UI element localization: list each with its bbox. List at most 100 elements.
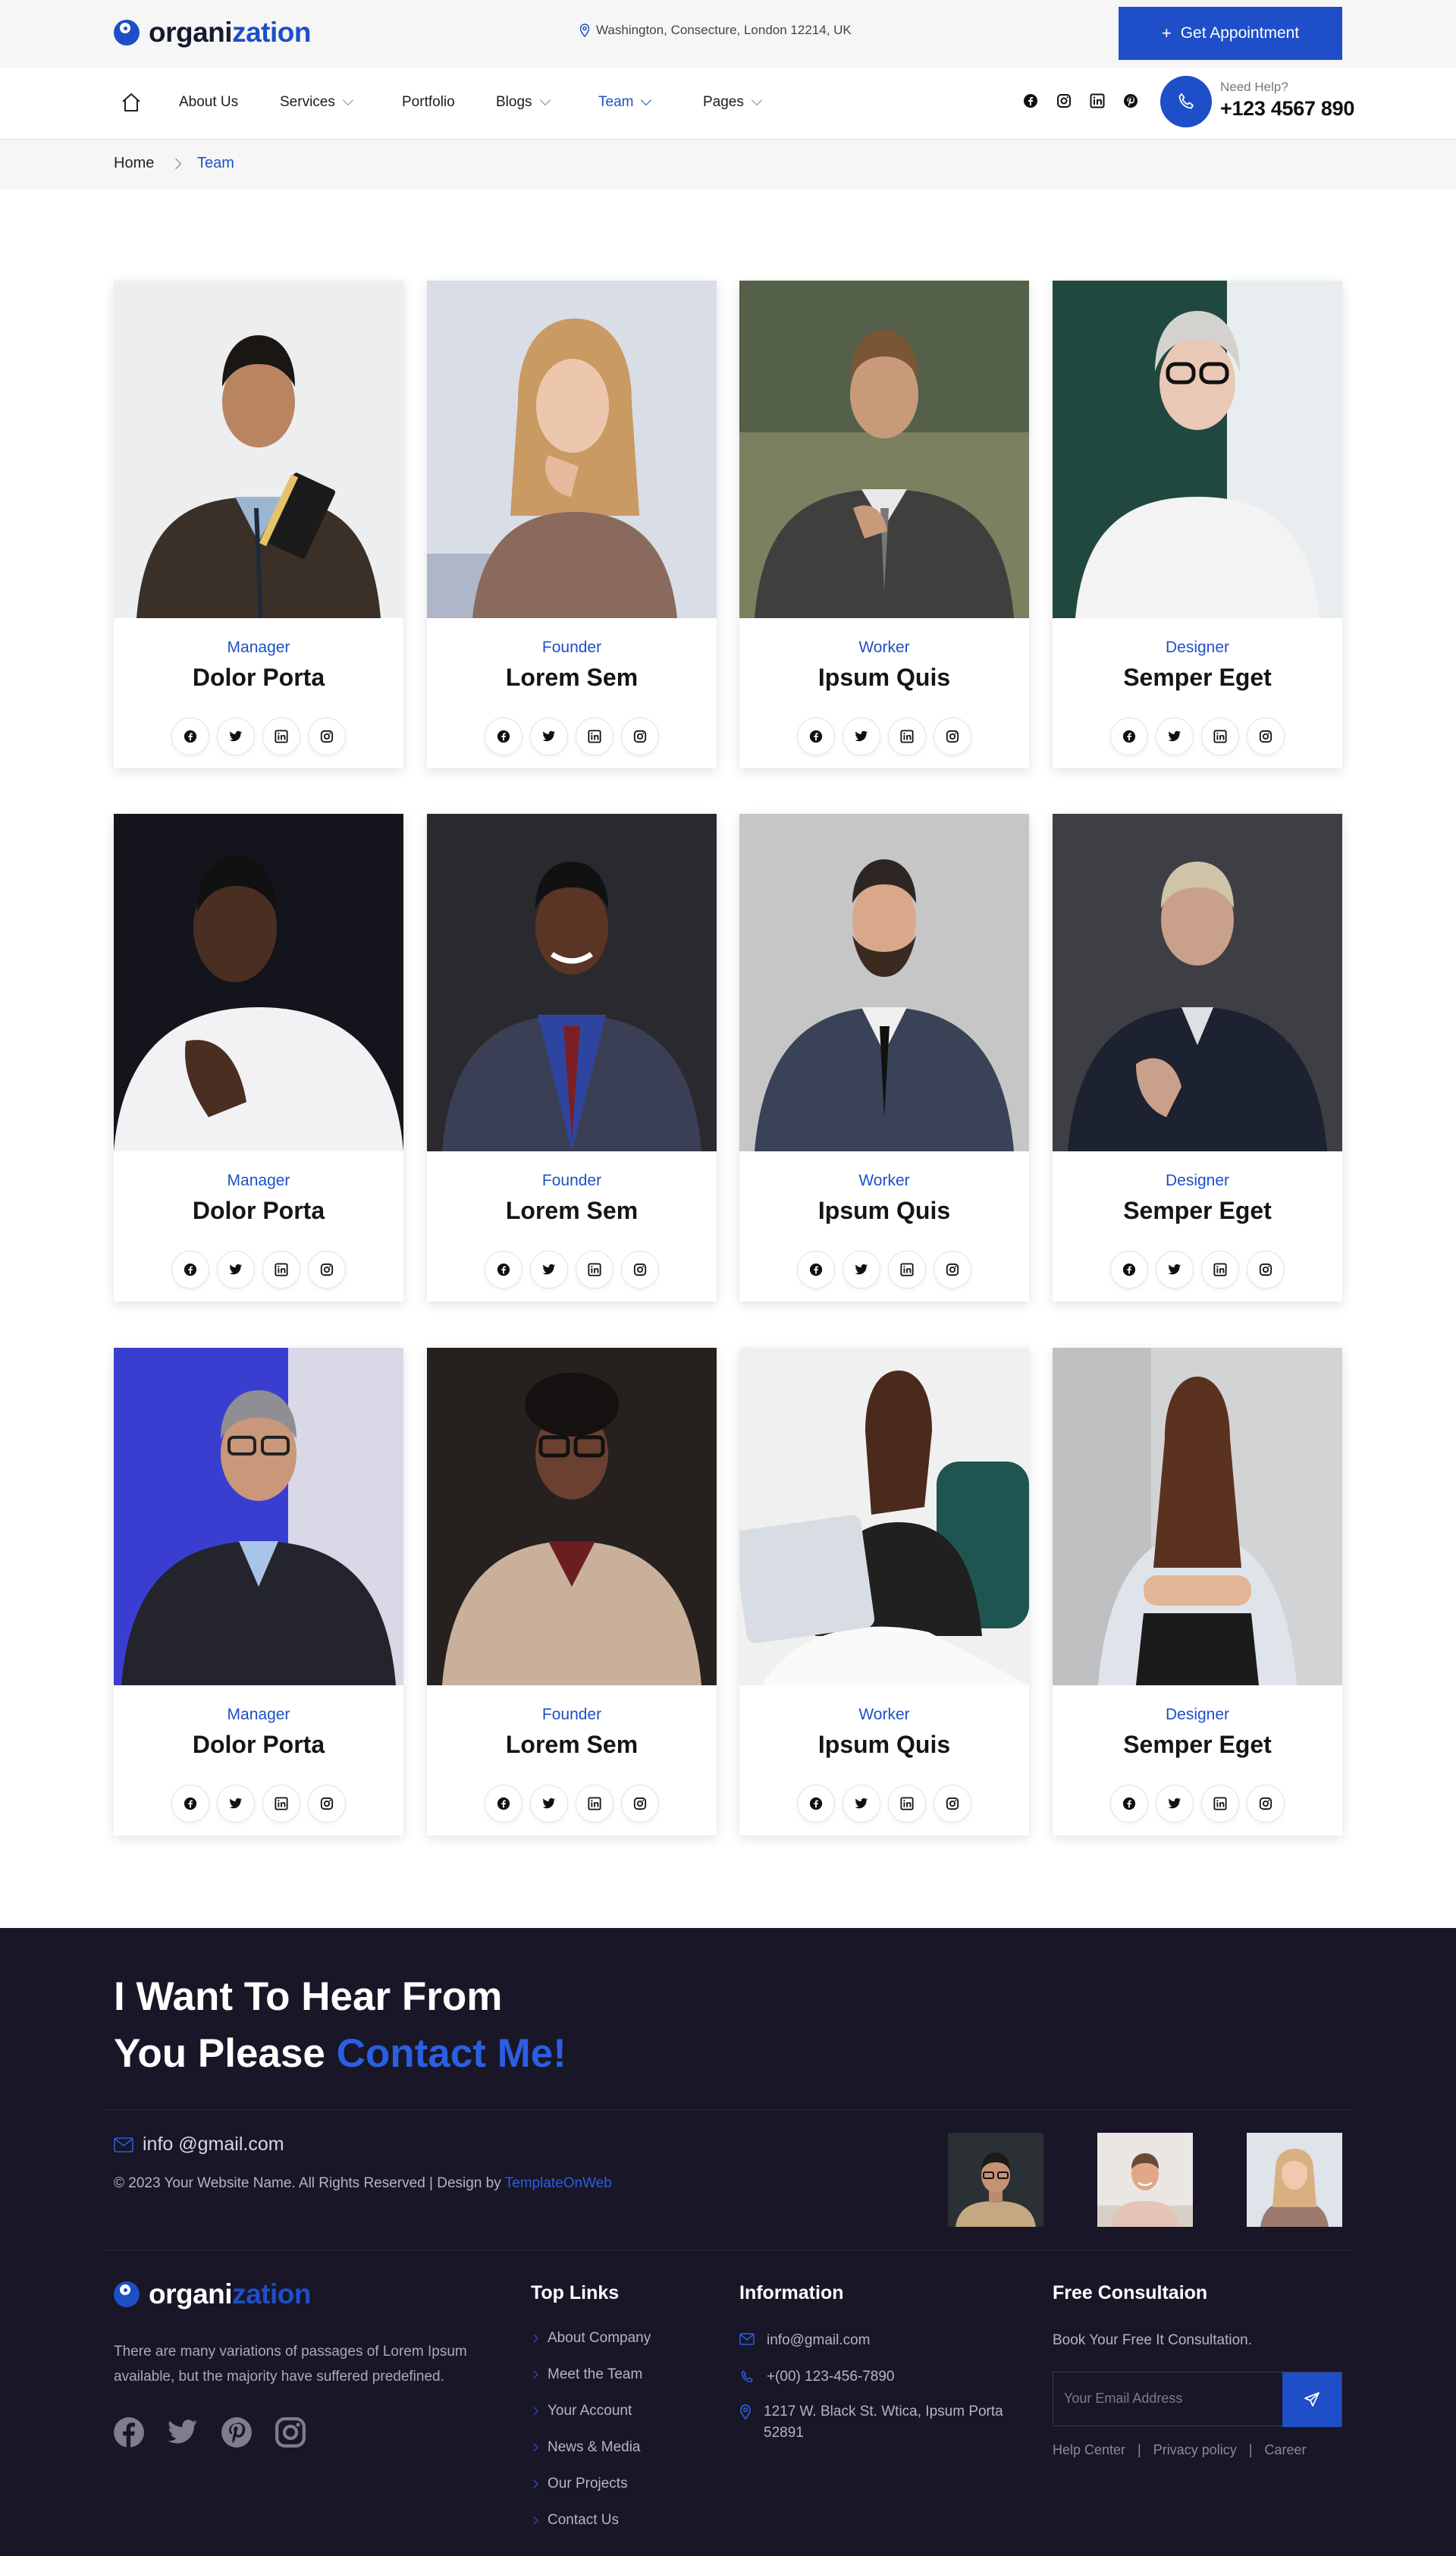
team-member-name[interactable]: Dolor Porta [114, 664, 403, 692]
linkedin-icon[interactable] [576, 718, 613, 755]
team-card[interactable]: Manager Dolor Porta [114, 281, 403, 768]
footer-email[interactable]: info @gmail.com [114, 2134, 284, 2156]
instagram-icon[interactable] [934, 1785, 971, 1823]
twitter-icon[interactable] [1156, 718, 1194, 755]
twitter-icon[interactable] [530, 718, 568, 755]
team-card[interactable]: Designer Semper Eget [1053, 814, 1342, 1302]
instagram-icon[interactable] [934, 1251, 971, 1289]
team-card[interactable]: Manager Dolor Porta [114, 1348, 403, 1835]
pinterest-icon[interactable] [220, 2416, 253, 2449]
instagram-icon[interactable] [1056, 93, 1072, 109]
phone-icon[interactable] [1160, 76, 1212, 127]
facebook-icon[interactable] [1110, 718, 1148, 755]
facebook-icon[interactable] [1022, 93, 1039, 109]
team-member-name[interactable]: Semper Eget [1053, 1197, 1342, 1225]
nav-item-blogs[interactable]: Blogs [496, 94, 551, 111]
footer-top-link[interactable]: Our Projects [529, 2476, 628, 2492]
team-card[interactable]: Worker Ipsum Quis [739, 1348, 1029, 1835]
designer-link[interactable]: TemplateOnWeb [505, 2175, 612, 2191]
twitter-icon[interactable] [530, 1251, 568, 1289]
twitter-icon[interactable] [1156, 1785, 1194, 1823]
team-card[interactable]: Manager Dolor Porta [114, 814, 403, 1302]
team-card[interactable]: Worker Ipsum Quis [739, 814, 1029, 1302]
nav-item-portfolio[interactable]: Portfolio [402, 94, 455, 111]
instagram-icon[interactable] [1247, 718, 1285, 755]
home-icon[interactable] [120, 91, 143, 118]
instagram-icon[interactable] [1247, 1785, 1285, 1823]
send-button[interactable] [1282, 2372, 1341, 2427]
twitter-icon[interactable] [217, 1251, 255, 1289]
team-member-name[interactable]: Semper Eget [1053, 664, 1342, 692]
footer-thumb-3[interactable] [1247, 2133, 1342, 2227]
instagram-icon[interactable] [308, 1251, 346, 1289]
team-card[interactable]: Founder Lorem Sem [427, 1348, 717, 1835]
footer-top-link[interactable]: News & Media [529, 2439, 641, 2456]
facebook-icon[interactable] [797, 1251, 835, 1289]
team-member-name[interactable]: Ipsum Quis [739, 1197, 1029, 1225]
facebook-icon[interactable] [1110, 1251, 1148, 1289]
facebook-icon[interactable] [797, 718, 835, 755]
get-appointment-button[interactable]: + Get Appointment [1119, 7, 1342, 60]
help-center-link[interactable]: Help Center [1053, 2442, 1125, 2458]
instagram-icon[interactable] [308, 1785, 346, 1823]
nav-item-team[interactable]: Team [598, 94, 652, 111]
nav-item-services[interactable]: Services [280, 94, 353, 111]
linkedin-icon[interactable] [576, 1251, 613, 1289]
team-member-name[interactable]: Dolor Porta [114, 1197, 403, 1225]
footer-top-link[interactable]: Your Account [529, 2403, 632, 2419]
twitter-icon[interactable] [843, 718, 880, 755]
facebook-icon[interactable] [171, 718, 209, 755]
site-logo[interactable]: organi zation [114, 17, 311, 49]
team-member-name[interactable]: Lorem Sem [427, 1197, 717, 1225]
team-card[interactable]: Founder Lorem Sem [427, 281, 717, 768]
team-card[interactable]: Founder Lorem Sem [427, 814, 717, 1302]
twitter-icon[interactable] [530, 1785, 568, 1823]
footer-thumb-1[interactable] [948, 2133, 1043, 2227]
instagram-icon[interactable] [934, 718, 971, 755]
privacy-policy-link[interactable]: Privacy policy [1153, 2442, 1237, 2458]
linkedin-icon[interactable] [262, 718, 300, 755]
twitter-icon[interactable] [217, 718, 255, 755]
instagram-icon[interactable] [1247, 1251, 1285, 1289]
linkedin-icon[interactable] [262, 1251, 300, 1289]
linkedin-icon[interactable] [888, 718, 926, 755]
twitter-icon[interactable] [843, 1785, 880, 1823]
instagram-icon[interactable] [621, 1785, 659, 1823]
linkedin-icon[interactable] [262, 1785, 300, 1823]
instagram-icon[interactable] [308, 718, 346, 755]
career-link[interactable]: Career [1264, 2442, 1306, 2458]
breadcrumb-home[interactable]: Home [114, 155, 154, 172]
facebook-icon[interactable] [171, 1785, 209, 1823]
team-member-name[interactable]: Ipsum Quis [739, 1731, 1029, 1759]
team-card[interactable]: Designer Semper Eget [1053, 281, 1342, 768]
nav-item-about[interactable]: About Us [179, 94, 238, 111]
footer-logo[interactable]: organi zation [114, 2278, 311, 2310]
facebook-icon[interactable] [112, 2416, 146, 2449]
linkedin-icon[interactable] [1201, 718, 1239, 755]
footer-top-link[interactable]: Contact Us [529, 2512, 619, 2529]
help-phone-number[interactable]: +123 4567 890 [1220, 97, 1354, 121]
team-member-name[interactable]: Semper Eget [1053, 1731, 1342, 1759]
twitter-icon[interactable] [1156, 1251, 1194, 1289]
team-member-name[interactable]: Lorem Sem [427, 664, 717, 692]
team-card[interactable]: Designer Semper Eget [1053, 1348, 1342, 1835]
footer-top-link[interactable]: Meet the Team [529, 2366, 642, 2383]
team-member-name[interactable]: Ipsum Quis [739, 664, 1029, 692]
instagram-icon[interactable] [621, 1251, 659, 1289]
facebook-icon[interactable] [485, 1251, 522, 1289]
linkedin-icon[interactable] [576, 1785, 613, 1823]
instagram-icon[interactable] [621, 718, 659, 755]
twitter-icon[interactable] [166, 2416, 199, 2449]
linkedin-icon[interactable] [1201, 1785, 1239, 1823]
info-email[interactable]: info@gmail.com [739, 2330, 871, 2351]
facebook-icon[interactable] [485, 718, 522, 755]
team-member-name[interactable]: Lorem Sem [427, 1731, 717, 1759]
footer-top-link[interactable]: About Company [529, 2330, 651, 2347]
facebook-icon[interactable] [171, 1251, 209, 1289]
linkedin-icon[interactable] [888, 1251, 926, 1289]
twitter-icon[interactable] [217, 1785, 255, 1823]
info-phone[interactable]: +(00) 123-456-7890 [739, 2366, 895, 2388]
facebook-icon[interactable] [485, 1785, 522, 1823]
newsletter-email-input[interactable]: Your Email Address [1064, 2391, 1182, 2407]
linkedin-icon[interactable] [888, 1785, 926, 1823]
